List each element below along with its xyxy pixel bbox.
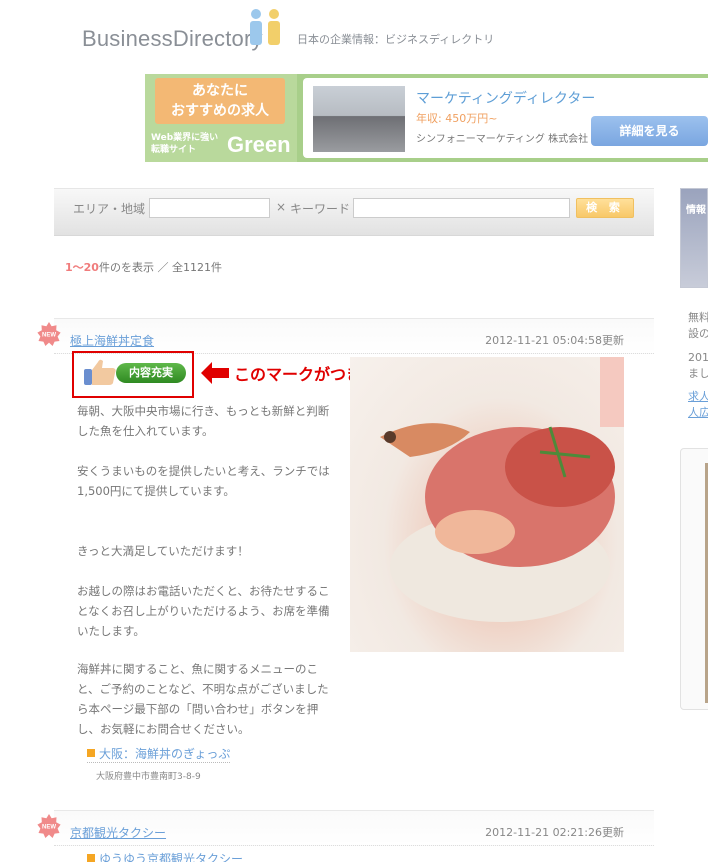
separator-x: ×	[276, 200, 287, 214]
site-tagline: 日本の企業情報：ビジネスディレクトリ	[297, 33, 495, 46]
result-count: 1～20件のを表示 ／ 全1121件	[65, 261, 222, 274]
entry-description-p4: お越しの際はお電話いただくと、お待たせすることなくお召し上がりいただけるよう、お…	[77, 584, 330, 638]
banner-salary: 年収: 450万円~	[416, 112, 498, 125]
banner-brand: Green	[227, 132, 291, 157]
search-bar: エリア・地域 × キーワード 検 索	[54, 188, 654, 236]
banner-headline: あなたに おすすめの求人	[155, 78, 285, 124]
job-ad-banner[interactable]: あなたに おすすめの求人 Web業界に強い 転職サイト Green マーケティン…	[145, 74, 708, 162]
quality-mark-highlight: 内容充実	[72, 351, 194, 398]
site-logo[interactable]: BusinessDirectory	[82, 22, 263, 52]
banner-job-panel: マーケティングディレクター 年収: 450万円~ シンフォニーマーケティング 株…	[303, 78, 708, 158]
banner-subtext: Web業界に強い 転職サイト	[151, 133, 219, 155]
entry-updated: 2012-11-21 05:04:58更新	[485, 334, 624, 347]
area-label: エリア・地域	[73, 202, 146, 216]
sidebar-box-title: 情報	[686, 205, 706, 216]
entry-description-p1: 毎朝、大阪中央市場に行き、もっとも新鮮と判断した魚を仕入れています。	[77, 404, 330, 438]
entry-title-link[interactable]: 極上海鮮丼定食	[70, 332, 154, 349]
keyword-input[interactable]	[353, 198, 570, 218]
entry-photo[interactable]	[350, 357, 624, 652]
shop-address: 大阪府豊中市豊南町3-8-9	[96, 772, 201, 782]
shop-link[interactable]: 大阪：海鮮丼のぎょっぷ	[87, 745, 231, 763]
thumbs-up-icon	[84, 359, 116, 385]
entry-header: NEW 極上海鮮丼定食 2012-11-21 05:04:58更新	[37, 318, 654, 354]
new-badge-icon: NEW	[37, 322, 61, 346]
seafood-bowl-image	[380, 357, 624, 622]
new-badge-icon: NEW	[37, 814, 61, 838]
banner-company: シンフォニーマーケティング 株式会社	[416, 134, 589, 145]
svg-text:NEW: NEW	[42, 825, 56, 831]
sidebar-link[interactable]: 求人 人広	[688, 389, 708, 421]
content-rich-badge: 内容充実	[116, 363, 186, 383]
logo-text: BusinessDirectory	[82, 26, 263, 51]
people-logo-icon	[250, 9, 280, 45]
sidebar-card	[680, 448, 708, 710]
keyword-label: キーワード	[290, 202, 351, 216]
entry-description-p3: きっと大満足していただけます！	[77, 544, 249, 558]
sidebar-text: 201 まし	[688, 351, 708, 380]
entry-title-link[interactable]: 京都観光タクシー	[70, 824, 166, 841]
area-input[interactable]	[149, 198, 270, 218]
entry-description-p5: 海鮮丼に関すること、魚に関するメニューのこと、ご予約のことなど、不明な点がござい…	[77, 662, 329, 736]
banner-photo	[313, 86, 405, 152]
sidebar-text: 無料 設の	[688, 311, 708, 340]
sidebar-info-box: 情報	[680, 188, 708, 288]
banner-left-panel: あなたに おすすめの求人 Web業界に強い 転職サイト Green	[145, 74, 297, 162]
entry-header: NEW 京都観光タクシー 2012-11-21 02:21:26更新	[37, 810, 654, 846]
banner-details-button[interactable]: 詳細を見る	[591, 116, 708, 146]
banner-job-title[interactable]: マーケティングディレクター	[416, 88, 595, 108]
search-button[interactable]: 検 索	[576, 198, 634, 218]
shop-link[interactable]: ゆうゆう京都観光タクシー	[87, 850, 243, 862]
entry-description-p2: 安くうまいものを提供したいと考え、ランチでは1,500円にて提供しています。	[77, 464, 330, 498]
arrow-left-icon	[201, 362, 229, 384]
svg-text:NEW: NEW	[42, 333, 56, 339]
entry-updated: 2012-11-21 02:21:26更新	[485, 826, 624, 839]
